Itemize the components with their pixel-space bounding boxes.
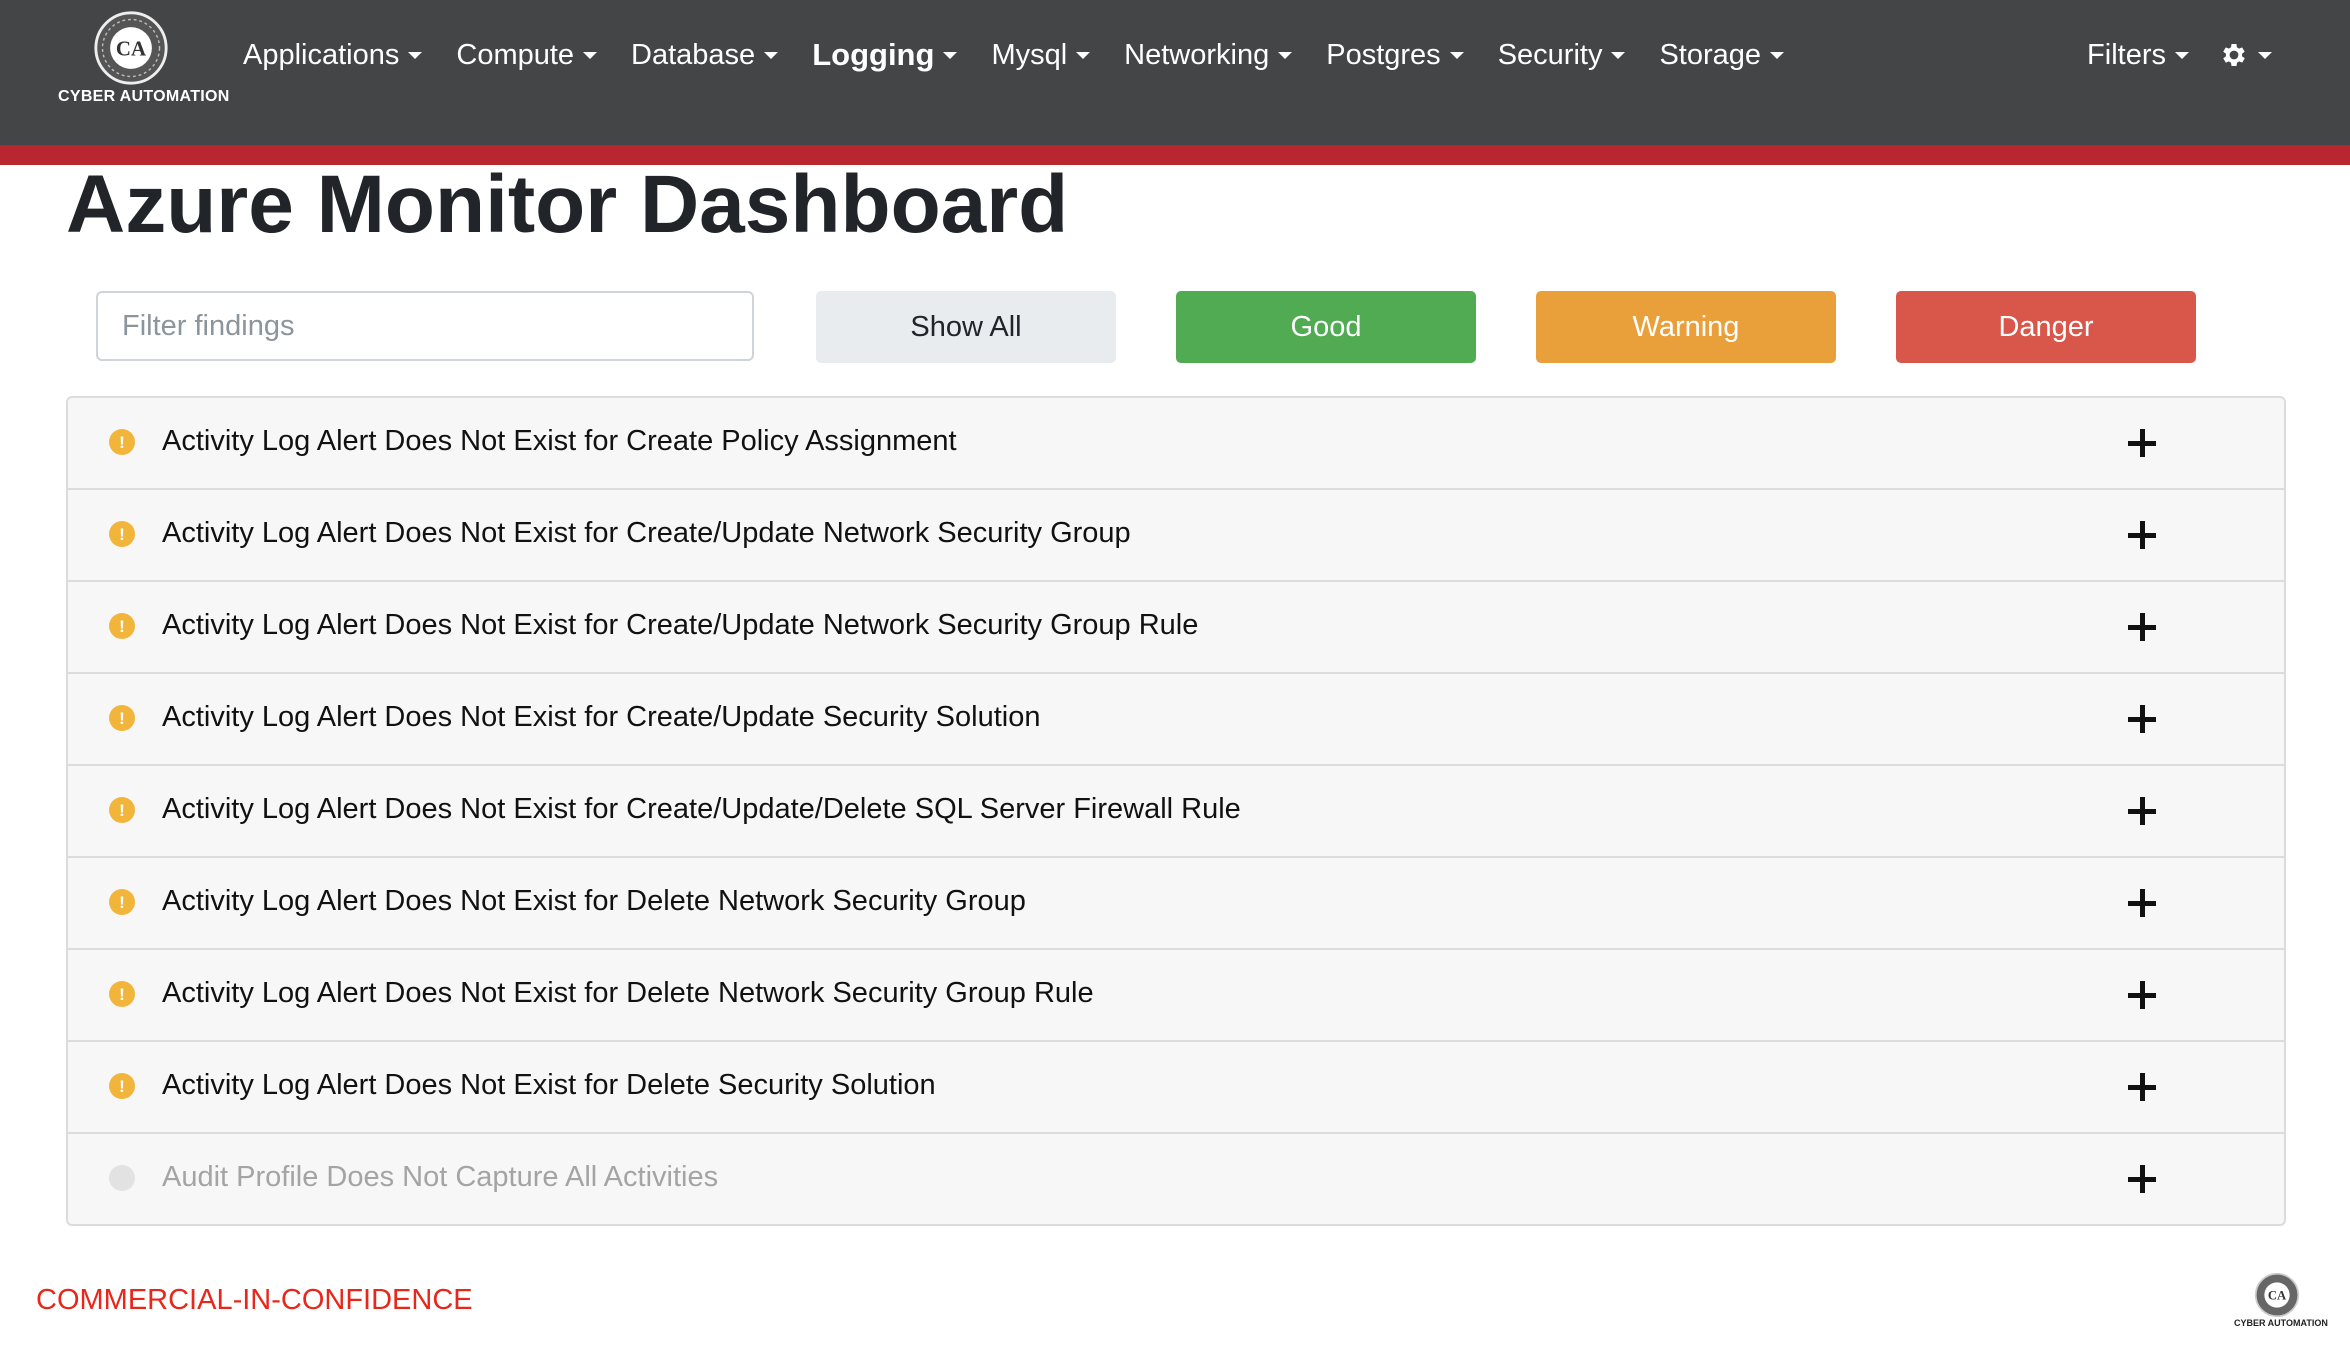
caret-down-icon (408, 51, 423, 59)
finding-title: Activity Log Alert Does Not Exist for Cr… (162, 425, 957, 457)
nav-item-mysql[interactable]: Mysql (974, 39, 1107, 72)
finding-row[interactable]: ! Activity Log Alert Does Not Exist for … (68, 398, 2284, 490)
plus-icon[interactable] (2128, 704, 2158, 734)
footer-logo-text: CYBER AUTOMATION (2234, 1318, 2328, 1328)
nav-item-label: Applications (243, 38, 400, 71)
finding-row[interactable]: ! Activity Log Alert Does Not Exist for … (68, 674, 2284, 766)
caret-down-icon (1770, 51, 1785, 59)
svg-text:CA: CA (116, 37, 146, 61)
cyber-automation-logo-icon: CA (2254, 1272, 2300, 1318)
show-all-button[interactable]: Show All (816, 291, 1116, 363)
caret-down-icon (2258, 51, 2272, 59)
finding-row[interactable]: ! Activity Log Alert Does Not Exist for … (68, 582, 2284, 674)
caret-down-icon (764, 51, 779, 59)
finding-title: Activity Log Alert Does Not Exist for Cr… (162, 517, 1131, 549)
nav-item-label: Mysql (991, 38, 1068, 71)
exclamation-circle-icon: ! (109, 797, 135, 823)
nav-item-label: Postgres (1326, 38, 1441, 71)
plus-icon[interactable] (2128, 520, 2158, 550)
grey-circle-icon: ! (109, 1165, 135, 1191)
plus-icon[interactable] (2128, 980, 2158, 1010)
nav-item-networking[interactable]: Networking (1107, 39, 1309, 72)
cyber-automation-logo-icon: CA (94, 11, 168, 85)
plus-icon[interactable] (2128, 612, 2158, 642)
filter-findings-input[interactable] (96, 291, 754, 361)
exclamation-circle-icon: ! (109, 613, 135, 639)
caret-down-icon (1076, 51, 1091, 59)
finding-title: Activity Log Alert Does Not Exist for Cr… (162, 609, 1199, 641)
finding-row[interactable]: ! Activity Log Alert Does Not Exist for … (68, 858, 2284, 950)
exclamation-circle-icon: ! (109, 705, 135, 731)
caret-down-icon (1449, 51, 1464, 59)
finding-title: Audit Profile Does Not Capture All Activ… (162, 1161, 719, 1193)
caret-down-icon (943, 51, 958, 59)
nav-item-label: Storage (1659, 38, 1762, 71)
plus-icon[interactable] (2128, 1164, 2158, 1194)
warning-filter-button[interactable]: Warning (1536, 291, 1836, 363)
good-filter-button[interactable]: Good (1176, 291, 1476, 363)
finding-title: Activity Log Alert Does Not Exist for De… (162, 885, 1026, 917)
nav-item-label: Networking (1124, 38, 1270, 71)
finding-row[interactable]: ! Activity Log Alert Does Not Exist for … (68, 766, 2284, 858)
exclamation-circle-icon: ! (109, 1073, 135, 1099)
finding-row[interactable]: ! Audit Profile Does Not Capture All Act… (68, 1134, 2284, 1224)
danger-filter-button[interactable]: Danger (1896, 291, 2196, 363)
plus-icon[interactable] (2128, 888, 2158, 918)
exclamation-circle-icon: ! (109, 429, 135, 455)
plus-icon[interactable] (2128, 1072, 2158, 1102)
finding-row[interactable]: ! Activity Log Alert Does Not Exist for … (68, 1042, 2284, 1134)
gear-icon (2223, 44, 2245, 66)
nav-item-compute[interactable]: Compute (439, 39, 614, 72)
nav-item-postgres[interactable]: Postgres (1309, 39, 1480, 72)
finding-title: Activity Log Alert Does Not Exist for Cr… (162, 793, 1241, 825)
caret-down-icon (1278, 51, 1293, 59)
finding-title: Activity Log Alert Does Not Exist for De… (162, 1069, 936, 1101)
nav-item-label: Security (1497, 38, 1603, 71)
finding-title: Activity Log Alert Does Not Exist for Cr… (162, 701, 1041, 733)
finding-row[interactable]: ! Activity Log Alert Does Not Exist for … (68, 950, 2284, 1042)
top-navbar: CA CYBER AUTOMATION Applications Compute… (0, 0, 2350, 145)
nav-item-applications[interactable]: Applications (226, 39, 439, 72)
caret-down-icon (2175, 51, 2189, 59)
filters-label: Filters (2087, 38, 2166, 71)
svg-text:CA: CA (2268, 1289, 2287, 1303)
brand-name: CYBER AUTOMATION (58, 88, 230, 105)
finding-title: Activity Log Alert Does Not Exist for De… (162, 977, 1094, 1009)
finding-row[interactable]: ! Activity Log Alert Does Not Exist for … (68, 490, 2284, 582)
nav-item-database[interactable]: Database (614, 39, 795, 72)
filters-dropdown[interactable]: Filters (2087, 39, 2189, 72)
nav-item-storage[interactable]: Storage (1642, 39, 1801, 72)
exclamation-circle-icon: ! (109, 521, 135, 547)
main-nav-menu: Applications Compute Database Logging My… (226, 30, 1801, 80)
plus-icon[interactable] (2128, 428, 2158, 458)
nav-item-label: Logging (812, 37, 935, 72)
exclamation-circle-icon: ! (109, 981, 135, 1007)
settings-dropdown[interactable] (2219, 40, 2272, 70)
nav-item-label: Compute (456, 38, 575, 71)
page-title: Azure Monitor Dashboard (66, 159, 1069, 250)
footer-logo: CA CYBER AUTOMATION (2234, 1272, 2328, 1328)
exclamation-circle-icon: ! (109, 889, 135, 915)
brand[interactable]: CA CYBER AUTOMATION (58, 10, 230, 110)
nav-item-security[interactable]: Security (1481, 39, 1643, 72)
caret-down-icon (1611, 51, 1626, 59)
plus-icon[interactable] (2128, 796, 2158, 826)
nav-item-logging[interactable]: Logging (795, 37, 974, 73)
caret-down-icon (583, 51, 598, 59)
findings-list: ! Activity Log Alert Does Not Exist for … (66, 396, 2286, 1226)
nav-item-label: Database (631, 38, 756, 71)
classification-label: COMMERCIAL-IN-CONFIDENCE (36, 1284, 473, 1316)
nav-right-group: Filters (2087, 30, 2272, 80)
